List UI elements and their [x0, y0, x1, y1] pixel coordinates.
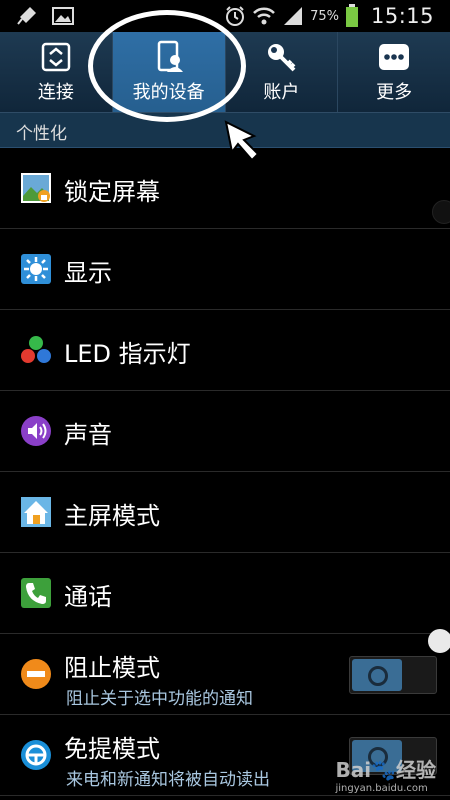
tab-more[interactable]: 更多: [338, 32, 450, 112]
item-subtitle: 来电和新通知将被自动读出: [66, 770, 270, 790]
battery-percent: 75%: [310, 8, 339, 24]
scroll-indicator-dot[interactable]: [428, 629, 450, 653]
settings-list: 锁定屏幕 显示 LED 指示灯 声音 主屏模式 通话 阻止模式 阻止关于选中功能…: [0, 148, 450, 796]
list-item-call[interactable]: 通话: [0, 553, 450, 634]
tab-label: 更多: [376, 82, 413, 103]
annotation-circle: [88, 10, 246, 122]
item-label: 免提模式: [64, 735, 160, 763]
item-label: 主屏模式: [64, 502, 160, 530]
signal-icon: [284, 7, 303, 25]
sound-icon: [21, 416, 51, 446]
item-label: 阻止模式: [64, 654, 160, 682]
cleaner-icon: [17, 7, 36, 25]
paw-icon: 🐾: [371, 758, 396, 782]
blocking-mode-toggle[interactable]: [349, 656, 437, 694]
tab-label: 账户: [263, 82, 300, 103]
list-item-sound[interactable]: 声音: [0, 391, 450, 472]
item-subtitle: 阻止关于选中功能的通知: [66, 689, 253, 709]
item-label: 锁定屏幕: [64, 178, 160, 206]
list-item-display[interactable]: 显示: [0, 229, 450, 310]
image-icon: [52, 7, 74, 25]
wifi-icon: [253, 7, 275, 25]
tab-label: 连接: [37, 82, 74, 103]
led-indicator-icon: [21, 336, 51, 363]
watermark-brand: Bai: [335, 758, 372, 782]
watermark-url: jingyan.baidu.com: [335, 783, 428, 794]
battery-icon: [345, 4, 358, 27]
blocking-mode-icon: [21, 659, 51, 689]
connections-icon: [39, 40, 73, 74]
home-screen-icon: [21, 497, 51, 527]
toggle-knob: [352, 659, 402, 691]
annotation-arrow-icon: [224, 120, 260, 162]
hands-free-icon: [21, 740, 51, 770]
key-icon: [264, 40, 298, 74]
list-item-led-indicator[interactable]: LED 指示灯: [0, 310, 450, 391]
section-title: 个性化: [16, 124, 67, 144]
item-label: 声音: [64, 421, 112, 449]
list-item-blocking-mode[interactable]: 阻止模式 阻止关于选中功能的通知: [0, 634, 450, 715]
list-item-home-screen-mode[interactable]: 主屏模式: [0, 472, 450, 553]
item-label: 通话: [64, 583, 112, 611]
watermark: Bai🐾经验 jingyan.baidu.com: [335, 754, 436, 794]
item-label: 显示: [64, 259, 112, 287]
call-icon: [21, 578, 51, 608]
alarm-icon: [226, 6, 245, 26]
more-icon: [377, 40, 411, 74]
watermark-brand-2: 经验: [396, 758, 436, 782]
display-icon: [21, 254, 51, 284]
scroll-indicator-dot[interactable]: [432, 200, 450, 224]
lock-screen-icon: [21, 173, 51, 203]
clock: 15:15: [370, 4, 434, 28]
item-label: LED 指示灯: [64, 340, 191, 368]
